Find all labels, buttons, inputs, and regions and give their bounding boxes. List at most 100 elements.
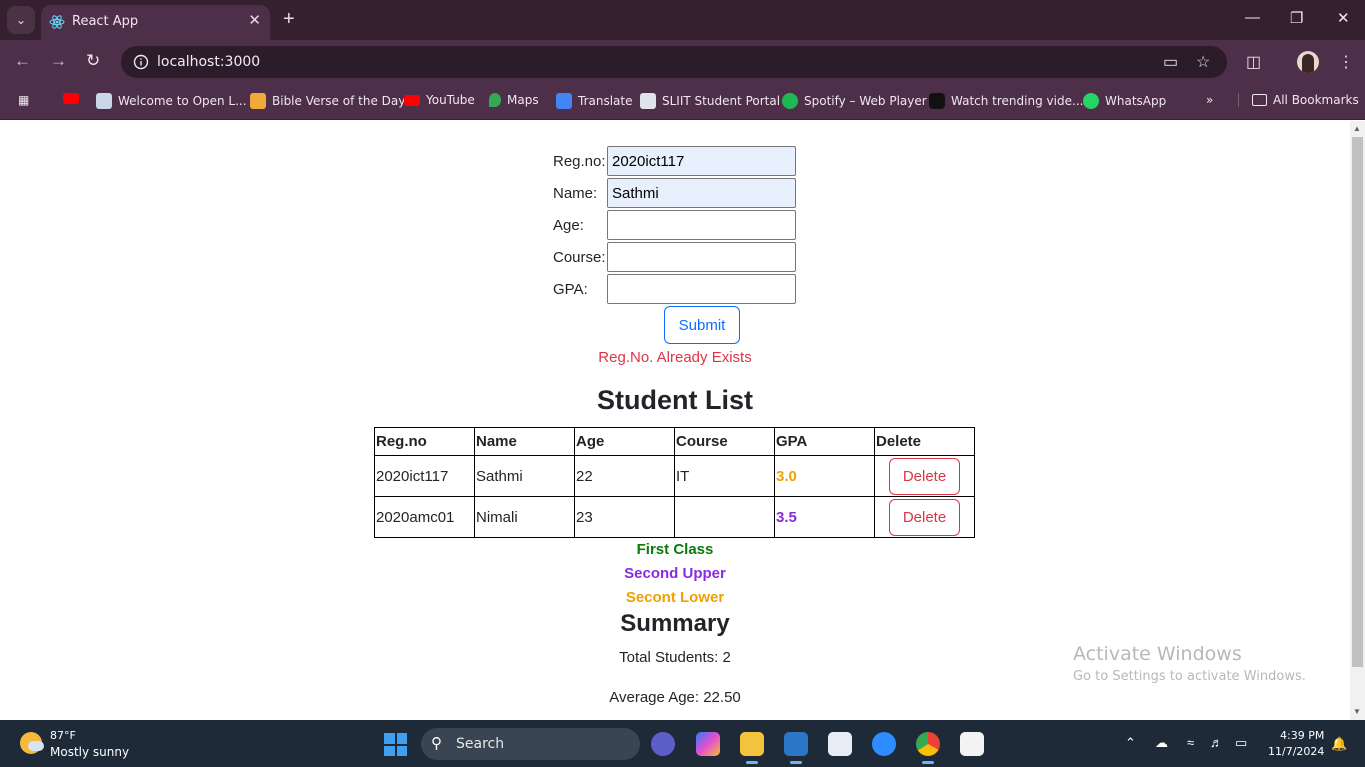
vscode-icon[interactable] bbox=[784, 732, 808, 764]
menu-kebab-icon[interactable]: ⋮ bbox=[1338, 52, 1354, 72]
delete-button[interactable]: Delete bbox=[889, 457, 960, 495]
bookmark-maps[interactable]: Maps bbox=[489, 93, 539, 107]
volume-icon[interactable]: ♬ bbox=[1210, 735, 1223, 750]
delete-cell: Delete bbox=[874, 455, 975, 497]
onedrive-icon[interactable]: ☁ bbox=[1155, 735, 1168, 751]
table-row: 2020ict117 Sathmi 22 IT 3.0 Delete bbox=[374, 455, 975, 497]
table-header-row: Reg.no Name Age Course GPA Delete bbox=[374, 427, 975, 456]
extensions-icon[interactable]: ◫ bbox=[1246, 52, 1261, 72]
gpa-input[interactable] bbox=[607, 274, 796, 304]
bookmark-sliit-portal[interactable]: SLIIT Student Portal bbox=[640, 93, 780, 109]
site-info-icon[interactable] bbox=[133, 54, 149, 70]
course-input[interactable] bbox=[607, 242, 796, 272]
scroll-thumb[interactable] bbox=[1352, 137, 1363, 667]
taskbar-search[interactable]: ⚲ Search bbox=[421, 728, 640, 760]
legend-second-upper: Second Upper bbox=[624, 565, 726, 582]
document-icon bbox=[640, 93, 656, 109]
file-explorer-icon[interactable] bbox=[740, 732, 764, 764]
name-cell: Sathmi bbox=[474, 455, 575, 497]
bible-verse-icon bbox=[250, 93, 266, 109]
new-tab-button[interactable]: + bbox=[283, 8, 295, 30]
regno-cell: 2020amc01 bbox=[374, 496, 475, 538]
store-icon[interactable] bbox=[828, 732, 852, 756]
battery-icon[interactable]: ▭ bbox=[1235, 735, 1247, 751]
weather-icon[interactable] bbox=[20, 732, 44, 754]
age-cell: 23 bbox=[574, 496, 675, 538]
notification-bell-icon[interactable]: 🔔 bbox=[1331, 736, 1347, 752]
course-cell bbox=[674, 496, 775, 538]
column-header: Delete bbox=[874, 427, 975, 456]
delete-button[interactable]: Delete bbox=[889, 498, 960, 536]
name-cell: Nimali bbox=[474, 496, 575, 538]
regno-label: Reg.no: bbox=[553, 153, 606, 170]
submit-button[interactable]: Submit bbox=[664, 306, 740, 344]
chrome-icon[interactable] bbox=[916, 732, 940, 764]
tiktok-icon bbox=[929, 93, 945, 109]
install-app-icon[interactable]: ▭ bbox=[1163, 52, 1178, 72]
open-library-icon bbox=[96, 93, 112, 109]
column-header: GPA bbox=[774, 427, 875, 456]
name-input[interactable] bbox=[607, 178, 796, 208]
translate-icon bbox=[556, 93, 572, 109]
clock-date[interactable]: 11/7/2024 bbox=[1268, 745, 1324, 758]
activate-windows-subtitle: Go to Settings to activate Windows. bbox=[1073, 669, 1306, 684]
spotify-icon bbox=[782, 93, 798, 109]
average-age: Average Age: 22.50 bbox=[609, 689, 741, 706]
bookmark-bible-verse[interactable]: Bible Verse of the Day bbox=[250, 93, 405, 109]
clock-time[interactable]: 4:39 PM bbox=[1280, 729, 1324, 742]
youtube-icon bbox=[404, 94, 420, 106]
column-header: Age bbox=[574, 427, 675, 456]
page-scrollbar[interactable]: ▲ ▼ bbox=[1350, 121, 1365, 720]
legend-second-lower: Secont Lower bbox=[625, 589, 725, 606]
show-hidden-icons[interactable]: ⌃ bbox=[1125, 735, 1136, 751]
column-header: Course bbox=[674, 427, 775, 456]
profile-avatar[interactable] bbox=[1297, 51, 1319, 73]
regno-input[interactable] bbox=[607, 146, 796, 176]
age-label: Age: bbox=[553, 217, 584, 234]
react-icon bbox=[49, 15, 65, 29]
bookmark-tiktok[interactable]: Watch trending vide... bbox=[929, 93, 1083, 109]
bookmark-translate[interactable]: Translate bbox=[556, 93, 633, 109]
zoom-icon[interactable] bbox=[872, 732, 896, 756]
bookmark-youtube[interactable]: YouTube bbox=[404, 93, 475, 107]
scroll-down-icon[interactable]: ▼ bbox=[1353, 707, 1361, 716]
search-label: Search bbox=[456, 736, 505, 752]
weather-description[interactable]: Mostly sunny bbox=[50, 745, 129, 759]
forward-icon[interactable]: → bbox=[50, 51, 67, 71]
restore-icon[interactable]: ❐ bbox=[1290, 9, 1303, 27]
all-bookmarks[interactable]: All Bookmarks bbox=[1238, 93, 1359, 107]
window-close-icon[interactable]: ✕ bbox=[1337, 9, 1350, 27]
tab-search-button[interactable]: ⌄ bbox=[7, 6, 35, 34]
bookmark-youtube-icon[interactable] bbox=[63, 93, 79, 104]
tab-title: React App bbox=[72, 14, 139, 29]
close-icon[interactable]: ✕ bbox=[248, 11, 261, 29]
snipping-tool-icon[interactable] bbox=[960, 732, 984, 756]
weather-temperature[interactable]: 87°F bbox=[50, 729, 76, 742]
bookmarks-bar: ▦ Welcome to Open L... Bible Verse of th… bbox=[0, 84, 1365, 120]
apps-grid-icon[interactable]: ▦ bbox=[18, 93, 29, 107]
error-message: Reg.No. Already Exists bbox=[598, 349, 752, 366]
whatsapp-icon bbox=[1083, 93, 1099, 109]
bookmark-star-icon[interactable]: ☆ bbox=[1196, 52, 1210, 72]
scroll-up-icon[interactable]: ▲ bbox=[1353, 124, 1361, 133]
course-label: Course: bbox=[553, 249, 606, 266]
student-table: Reg.no Name Age Course GPA Delete 2020ic… bbox=[374, 427, 975, 538]
tab-react-app[interactable]: React App ✕ bbox=[41, 5, 270, 40]
wifi-icon[interactable]: ≈ bbox=[1187, 735, 1194, 750]
maps-icon bbox=[489, 93, 501, 107]
meet-app-icon[interactable] bbox=[651, 732, 675, 756]
reload-icon[interactable]: ↻ bbox=[86, 51, 100, 71]
age-input[interactable] bbox=[607, 210, 796, 240]
copilot-icon[interactable] bbox=[696, 732, 720, 756]
start-button[interactable] bbox=[384, 733, 407, 756]
windows-taskbar: 87°F Mostly sunny ⚲ Search ⌃ ☁ ≈ ♬ ▭ 4:3… bbox=[0, 720, 1365, 767]
bookmark-open-library[interactable]: Welcome to Open L... bbox=[96, 93, 247, 109]
activate-windows-title: Activate Windows bbox=[1073, 643, 1242, 665]
more-bookmarks-icon[interactable]: » bbox=[1206, 93, 1213, 107]
name-label: Name: bbox=[553, 185, 598, 202]
bookmark-whatsapp[interactable]: WhatsApp bbox=[1083, 93, 1166, 109]
back-icon[interactable]: ← bbox=[14, 51, 31, 71]
bookmark-spotify[interactable]: Spotify – Web Player bbox=[782, 93, 927, 109]
minimize-icon[interactable]: — bbox=[1245, 9, 1260, 26]
address-bar[interactable]: localhost:3000 bbox=[121, 46, 1227, 78]
